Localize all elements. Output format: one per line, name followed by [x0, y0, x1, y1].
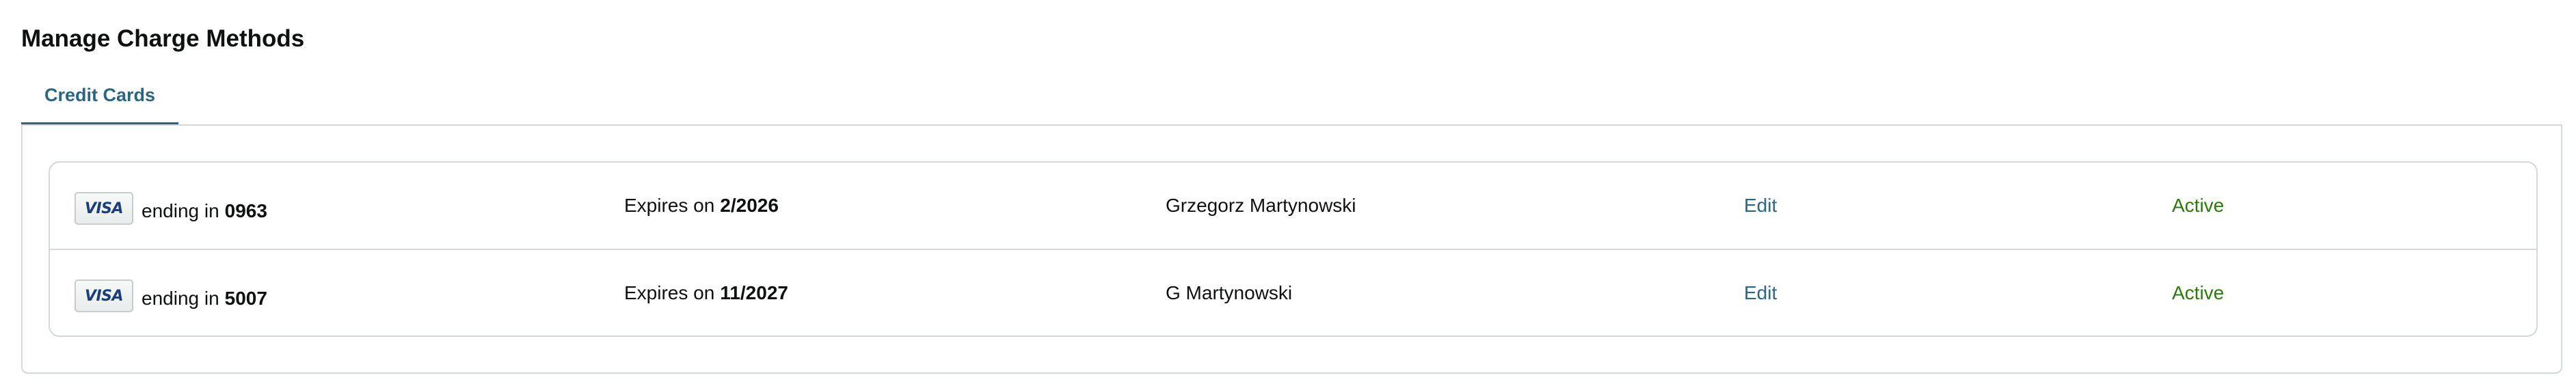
cardholder-name: Grzegorz Martynowski — [1166, 195, 1356, 216]
visa-card-icon: VISA — [75, 192, 133, 225]
card-expiry: Expires on 11/2027 — [624, 250, 788, 335]
expires-on-label: Expires on — [624, 195, 715, 216]
card-list: VISA ending in 0963 Expires on 2/2026 Gr… — [49, 161, 2538, 337]
expires-on-label: Expires on — [624, 282, 715, 303]
expiry-date: 11/2027 — [720, 282, 788, 303]
tab-bar: Credit Cards — [21, 66, 179, 126]
card-status: Active — [2172, 195, 2225, 216]
page-title: Manage Charge Methods — [21, 25, 305, 53]
card-last4: 0963 — [224, 200, 267, 221]
expiry-date: 2/2026 — [720, 195, 779, 216]
card-last4: 5007 — [224, 288, 267, 309]
card-expiry: Expires on 2/2026 — [624, 163, 779, 249]
ending-in-label: ending in — [142, 200, 219, 221]
tab-panel-credit-cards: VISA ending in 0963 Expires on 2/2026 Gr… — [21, 124, 2562, 374]
cardholder-name: G Martynowski — [1166, 282, 1293, 303]
visa-logo-text: VISA — [84, 287, 124, 305]
visa-card-icon: VISA — [75, 279, 133, 312]
card-row: VISA ending in 5007 Expires on 11/2027 G… — [50, 249, 2536, 335]
ending-in-label: ending in — [142, 288, 219, 309]
card-summary: VISA ending in 0963 — [75, 163, 267, 254]
card-status: Active — [2172, 282, 2225, 303]
edit-card-link[interactable]: Edit — [1744, 195, 1777, 217]
tab-credit-cards[interactable]: Credit Cards — [21, 66, 179, 126]
edit-card-link[interactable]: Edit — [1744, 282, 1777, 304]
card-summary: VISA ending in 5007 — [75, 250, 267, 335]
card-row: VISA ending in 0963 Expires on 2/2026 Gr… — [50, 163, 2536, 249]
visa-logo-text: VISA — [84, 200, 124, 217]
